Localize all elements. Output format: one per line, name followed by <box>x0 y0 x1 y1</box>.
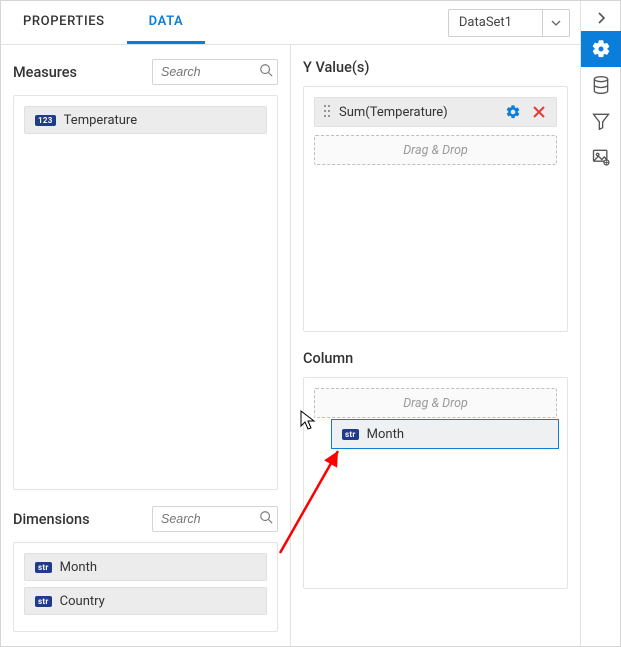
measures-list: 123 Temperature <box>13 95 278 490</box>
fields-pane: Measures 123 Temperature <box>1 45 291 646</box>
y-value-remove-button[interactable] <box>530 103 548 121</box>
tab-data[interactable]: DATA <box>127 1 206 44</box>
sidebar-settings-button[interactable] <box>581 31 621 67</box>
yvalues-title: Y Value(s) <box>303 59 568 76</box>
main-area: PROPERTIES DATA DataSet1 Measures <box>1 1 580 646</box>
dimensions-list: str Month str Country <box>13 542 278 632</box>
yvalues-dropzone[interactable]: Sum(Temperature) Drag & Drop <box>303 86 568 332</box>
drag-handle-icon[interactable] <box>323 104 331 121</box>
measures-search-input[interactable] <box>152 59 278 85</box>
measures-title: Measures <box>13 64 77 81</box>
right-sidebar <box>580 1 620 646</box>
tab-strip: PROPERTIES DATA <box>1 1 205 44</box>
filter-icon <box>591 111 611 131</box>
numeric-type-badge: 123 <box>35 115 56 126</box>
config-panel: PROPERTIES DATA DataSet1 Measures <box>0 0 621 647</box>
database-icon <box>591 75 611 95</box>
measures-search[interactable] <box>152 59 278 85</box>
y-value-label: Sum(Temperature) <box>339 105 496 120</box>
string-type-badge: str <box>35 562 52 573</box>
field-label: Temperature <box>64 113 137 128</box>
chevron-right-icon <box>596 12 606 24</box>
expand-sidebar-button[interactable] <box>581 5 621 31</box>
dimensions-title: Dimensions <box>13 511 90 528</box>
dimension-field-country[interactable]: str Country <box>24 587 267 615</box>
measure-field-temperature[interactable]: 123 Temperature <box>24 106 267 134</box>
column-drop-hint[interactable]: Drag & Drop <box>314 388 557 418</box>
gear-icon <box>591 39 611 59</box>
yvalues-drop-hint[interactable]: Drag & Drop <box>314 135 557 165</box>
column-section: Column Drag & Drop <box>303 350 568 589</box>
chevron-down-icon <box>543 18 569 28</box>
bindings-pane: Y Value(s) Sum(Temperature) <box>291 45 580 646</box>
yvalues-section: Y Value(s) Sum(Temperature) <box>303 59 568 332</box>
y-value-item[interactable]: Sum(Temperature) <box>314 97 557 127</box>
top-bar: PROPERTIES DATA DataSet1 <box>1 1 580 45</box>
sidebar-data-button[interactable] <box>581 67 621 103</box>
y-value-settings-button[interactable] <box>504 103 522 121</box>
dimension-field-month[interactable]: str Month <box>24 553 267 581</box>
column-title: Column <box>303 350 568 367</box>
field-label: Month <box>60 560 97 575</box>
sidebar-filter-button[interactable] <box>581 103 621 139</box>
measures-header: Measures <box>13 59 278 85</box>
image-settings-icon <box>591 147 611 167</box>
tab-properties[interactable]: PROPERTIES <box>1 1 127 44</box>
column-dropzone[interactable]: Drag & Drop <box>303 377 568 589</box>
string-type-badge: str <box>35 596 52 607</box>
field-label: Country <box>60 594 105 609</box>
dataset-selector[interactable]: DataSet1 <box>448 1 570 44</box>
dimensions-search-input[interactable] <box>152 506 278 532</box>
body: Measures 123 Temperature <box>1 45 580 646</box>
dataset-selected-label: DataSet1 <box>449 10 543 36</box>
sidebar-image-button[interactable] <box>581 139 621 175</box>
dimensions-search[interactable] <box>152 506 278 532</box>
dimensions-header: Dimensions <box>13 506 278 532</box>
